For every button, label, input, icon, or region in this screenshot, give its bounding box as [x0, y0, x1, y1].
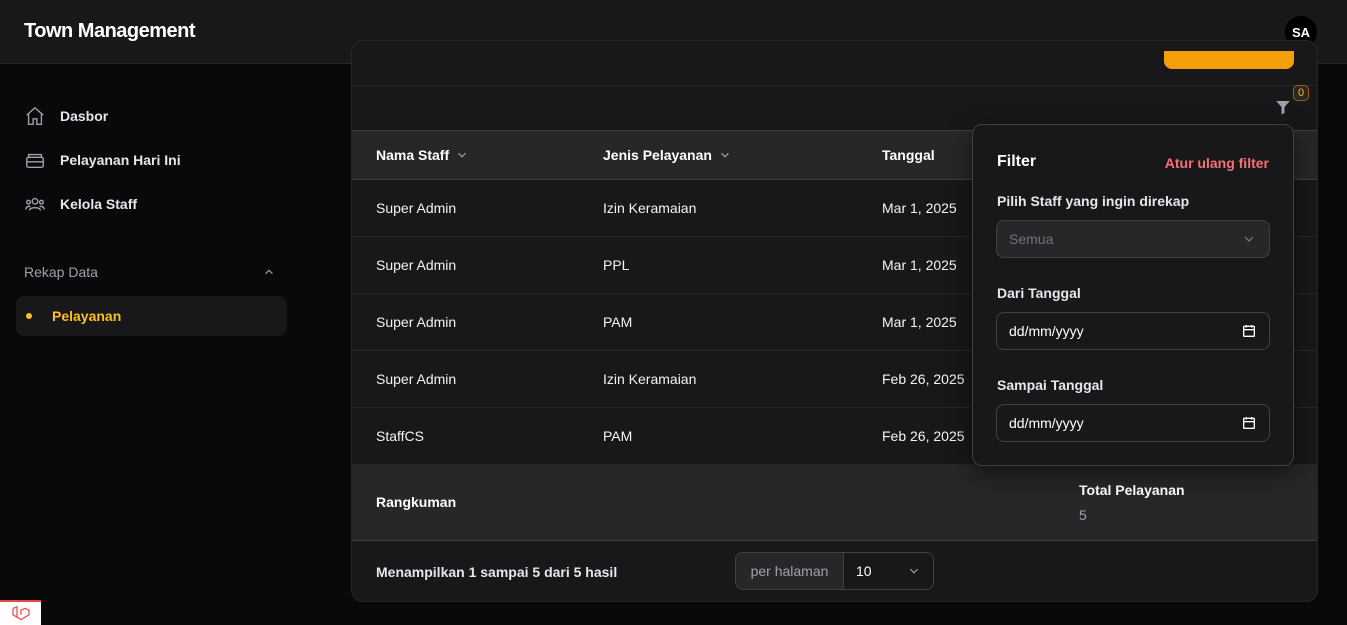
sidebar-item-label: Kelola Staff [60, 196, 138, 212]
summary-total-value: 5 [1079, 507, 1087, 523]
column-header-label: Jenis Pelayanan [603, 147, 712, 163]
sidebar-item-pelayanan-hari-ini[interactable]: Pelayanan Hari Ini [16, 140, 287, 180]
staff-select-label: Pilih Staff yang ingin direkap [997, 193, 1190, 209]
cell-jenis-pelayanan: PPL [603, 257, 630, 273]
sidebar-item-pelayanan[interactable]: Pelayanan [16, 296, 287, 336]
inbox-stack-icon [26, 153, 44, 169]
cell-jenis-pelayanan: Izin Keramaian [603, 371, 697, 387]
to-date-placeholder: dd/mm/yyyy [1009, 415, 1084, 431]
cell-jenis-pelayanan: PAM [603, 314, 633, 330]
calendar-icon[interactable] [1241, 323, 1257, 339]
summary-label: Rangkuman [376, 494, 457, 510]
column-header-tanggal: Tanggal [882, 147, 935, 163]
summary-row: Rangkuman Total Pelayanan 5 [352, 464, 1317, 541]
staff-select-value: Semua [1009, 231, 1054, 247]
divider [352, 85, 1317, 86]
cell-nama-staff: Super Admin [376, 200, 457, 216]
calendar-icon[interactable] [1241, 415, 1257, 431]
sidebar-item-label: Dasbor [60, 108, 109, 124]
column-header-jenis-pelayanan[interactable]: Jenis Pelayanan [603, 147, 732, 163]
cell-tanggal: Mar 1, 2025 [882, 200, 957, 216]
column-header-nama-staff[interactable]: Nama Staff [376, 147, 469, 163]
active-dot-icon [26, 313, 32, 319]
filter-title: Filter [997, 153, 1037, 170]
chevron-down-icon [910, 568, 918, 574]
column-header-label: Tanggal [882, 147, 935, 163]
cell-nama-staff: Super Admin [376, 257, 457, 273]
cell-tanggal: Mar 1, 2025 [882, 257, 957, 273]
from-date-label: Dari Tanggal [997, 285, 1081, 301]
reset-filter-link[interactable]: Atur ulang filter [1165, 155, 1269, 171]
cell-tanggal: Mar 1, 2025 [882, 314, 957, 330]
from-date-placeholder: dd/mm/yyyy [1009, 323, 1084, 339]
from-date-input[interactable]: dd/mm/yyyy [996, 312, 1270, 350]
sidebar-group-label: Rekap Data [24, 264, 98, 280]
chevron-down-icon [1244, 236, 1254, 242]
app-title[interactable]: Town Management [24, 20, 196, 43]
summary-total-label: Total Pelayanan [1079, 482, 1185, 498]
per-page-select[interactable]: 10 [844, 553, 933, 589]
to-date-input[interactable]: dd/mm/yyyy [996, 404, 1270, 442]
sidebar-item-label: Pelayanan [52, 308, 122, 324]
create-button[interactable] [1164, 51, 1294, 69]
cell-jenis-pelayanan: Izin Keramaian [603, 200, 697, 216]
laravel-logo-icon[interactable] [0, 600, 41, 625]
per-page-label: per halaman [736, 553, 844, 589]
cell-jenis-pelayanan: PAM [603, 428, 633, 444]
filter-count-badge: 0 [1293, 85, 1309, 101]
sidebar-group-rekap-data[interactable]: Rekap Data [24, 264, 276, 280]
cell-tanggal: Feb 26, 2025 [882, 428, 965, 444]
pagination-info: Menampilkan 1 sampai 5 dari 5 hasil [376, 564, 618, 580]
users-icon [25, 197, 45, 211]
cell-nama-staff: StaffCS [376, 428, 424, 444]
filter-icon[interactable] [1274, 97, 1292, 117]
home-icon [26, 106, 44, 125]
sidebar: Dasbor Pelayanan Hari Ini Kelola Staff R… [0, 64, 310, 625]
sidebar-item-dasbor[interactable]: Dasbor [16, 96, 287, 136]
sidebar-item-kelola-staff[interactable]: Kelola Staff [16, 184, 287, 224]
chevron-down-icon [721, 152, 729, 158]
staff-select[interactable]: Semua [996, 220, 1270, 258]
cell-nama-staff: Super Admin [376, 314, 457, 330]
per-page-value: 10 [856, 563, 872, 579]
cell-tanggal: Feb 26, 2025 [882, 371, 965, 387]
chevron-up-icon [265, 269, 273, 275]
sidebar-item-label: Pelayanan Hari Ini [60, 152, 181, 168]
filter-dropdown: Filter Atur ulang filter Pilih Staff yan… [972, 124, 1294, 466]
cell-nama-staff: Super Admin [376, 371, 457, 387]
per-page-control: per halaman 10 [735, 552, 934, 590]
to-date-label: Sampai Tanggal [997, 377, 1104, 393]
column-header-label: Nama Staff [376, 147, 450, 163]
chevron-down-icon [458, 152, 467, 158]
